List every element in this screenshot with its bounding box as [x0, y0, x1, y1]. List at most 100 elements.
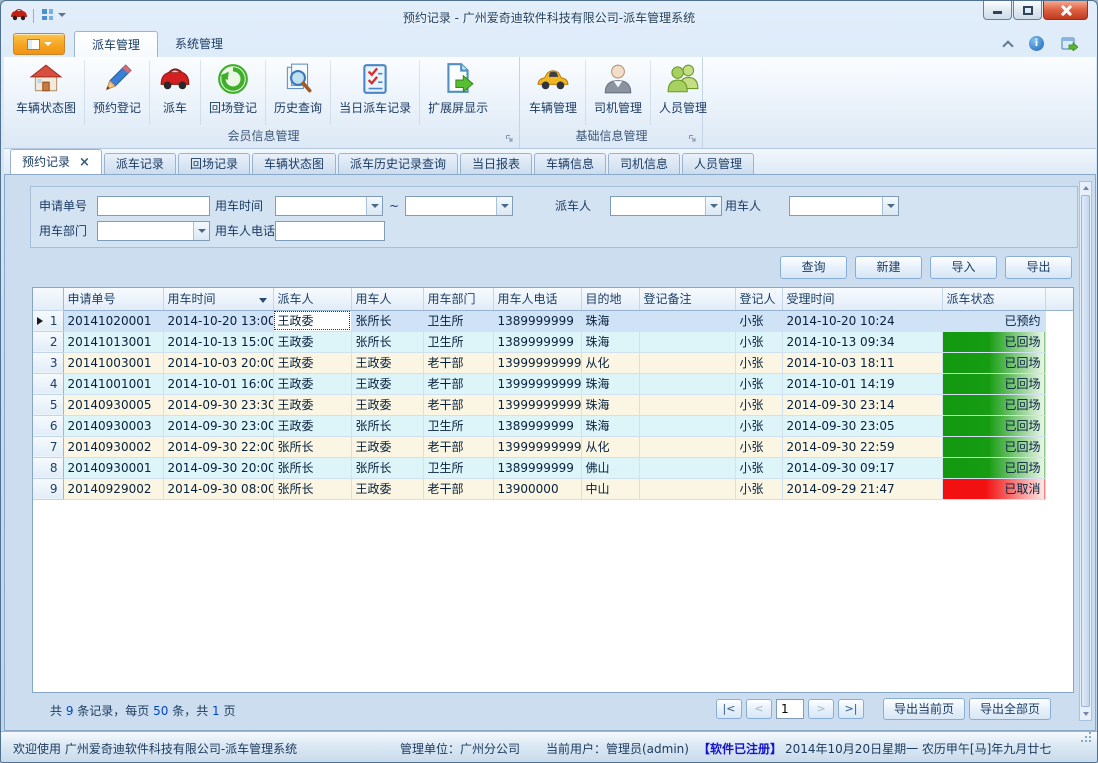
cell[interactable]: 2014-10-03 18:11: [782, 352, 942, 373]
close-tab-icon[interactable]: ×: [79, 156, 90, 169]
cell[interactable]: 卫生所: [423, 310, 493, 331]
tab-personnel-manage[interactable]: 人员管理: [682, 153, 754, 174]
cell[interactable]: 卫生所: [423, 457, 493, 478]
cell[interactable]: 卫生所: [423, 415, 493, 436]
status-cell[interactable]: 已回场: [942, 352, 1045, 373]
table-row[interactable]: 9 201409290022014-09-30 08:00张所长王政委老干部13…: [33, 478, 1073, 499]
last-page-button[interactable]: >|: [838, 699, 864, 719]
window-style-icon[interactable]: [1061, 36, 1078, 51]
cell[interactable]: [639, 373, 735, 394]
reservation-register-button[interactable]: 预约登记: [85, 60, 150, 125]
cell[interactable]: 2014-09-29 21:47: [782, 478, 942, 499]
cell[interactable]: 20140930002: [63, 436, 163, 457]
cell[interactable]: 13999999999: [493, 373, 581, 394]
extend-screen-button[interactable]: 扩展屏显示: [420, 60, 496, 125]
cell[interactable]: 小张: [735, 352, 782, 373]
row-header[interactable]: 2: [33, 331, 63, 352]
cell[interactable]: 张所长: [351, 415, 423, 436]
cell[interactable]: 小张: [735, 394, 782, 415]
personnel-manage-button[interactable]: 人员管理: [651, 60, 715, 125]
status-cell[interactable]: 已回场: [942, 331, 1045, 352]
order-no-input[interactable]: [97, 196, 210, 216]
ribbon-tab-system[interactable]: 系统管理: [158, 31, 240, 57]
info-icon[interactable]: [1029, 36, 1044, 51]
row-header-corner[interactable]: [33, 288, 63, 310]
cell[interactable]: 2014-10-01 16:00: [163, 373, 273, 394]
cell[interactable]: [639, 436, 735, 457]
col-accept-time[interactable]: 受理时间: [782, 288, 942, 310]
cell[interactable]: 1389999999: [493, 415, 581, 436]
row-header[interactable]: 6: [33, 415, 63, 436]
cell[interactable]: 老干部: [423, 436, 493, 457]
cell[interactable]: 中山: [581, 478, 639, 499]
cell[interactable]: 卫生所: [423, 331, 493, 352]
cell[interactable]: 2014-09-30 23:30: [163, 394, 273, 415]
tab-return-records[interactable]: 回场记录: [178, 153, 250, 174]
cell[interactable]: 20140930003: [63, 415, 163, 436]
tab-daily-report[interactable]: 当日报表: [460, 153, 532, 174]
dispatch-button[interactable]: 派车: [150, 60, 201, 125]
cell[interactable]: 2014-09-30 08:00: [163, 478, 273, 499]
cell[interactable]: 老干部: [423, 394, 493, 415]
status-cell[interactable]: 已回场: [942, 373, 1045, 394]
cell[interactable]: 20140930001: [63, 457, 163, 478]
status-cell[interactable]: 已回场: [942, 394, 1045, 415]
cell[interactable]: 20140929002: [63, 478, 163, 499]
application-menu-button[interactable]: [13, 33, 65, 55]
cell[interactable]: 老干部: [423, 352, 493, 373]
row-header[interactable]: 7: [33, 436, 63, 457]
cell[interactable]: [639, 352, 735, 373]
cell[interactable]: 小张: [735, 415, 782, 436]
cell[interactable]: [639, 394, 735, 415]
cell[interactable]: 2014-09-30 22:00: [163, 436, 273, 457]
cell[interactable]: 王政委: [273, 373, 351, 394]
cell[interactable]: 2014-09-30 23:05: [782, 415, 942, 436]
row-header[interactable]: 5: [33, 394, 63, 415]
page-number-input[interactable]: [776, 699, 804, 719]
cell[interactable]: 王政委: [351, 352, 423, 373]
tab-driver-info[interactable]: 司机信息: [608, 153, 680, 174]
vehicle-status-chart-button[interactable]: 车辆状态图: [8, 60, 85, 125]
cell[interactable]: 小张: [735, 436, 782, 457]
col-registrar[interactable]: 登记人: [735, 288, 782, 310]
time-to-combo[interactable]: [405, 196, 513, 216]
col-phone[interactable]: 用车人电话: [493, 288, 581, 310]
dispatcher-combo[interactable]: [610, 196, 722, 216]
scrollbar-thumb[interactable]: [1081, 195, 1090, 707]
cell[interactable]: 13999999999: [493, 394, 581, 415]
export-button[interactable]: 导出: [1005, 256, 1072, 279]
cell[interactable]: 2014-09-30 23:00: [163, 415, 273, 436]
license-link[interactable]: 【软件已注册】: [698, 740, 782, 757]
cell-focused[interactable]: 王政委: [273, 310, 351, 331]
export-all-pages-button[interactable]: 导出全部页: [969, 698, 1051, 720]
cell[interactable]: 珠海: [581, 373, 639, 394]
row-header[interactable]: 8: [33, 457, 63, 478]
driver-manage-button[interactable]: 司机管理: [586, 60, 651, 125]
table-row[interactable]: 3 201410030012014-10-03 20:00王政委王政委老干部13…: [33, 352, 1073, 373]
user-combo[interactable]: [789, 196, 899, 216]
collapse-ribbon-icon[interactable]: [1002, 40, 1013, 51]
dropdown-button[interactable]: [366, 197, 382, 215]
row-header[interactable]: 1: [33, 310, 63, 331]
status-cell[interactable]: 已取消: [942, 478, 1045, 499]
cell[interactable]: [639, 457, 735, 478]
history-query-button[interactable]: 历史查询: [266, 60, 331, 125]
cell[interactable]: 王政委: [273, 352, 351, 373]
import-button[interactable]: 导入: [930, 256, 997, 279]
status-cell[interactable]: 已回场: [942, 415, 1045, 436]
next-page-button[interactable]: >: [808, 699, 834, 719]
cell[interactable]: 老干部: [423, 373, 493, 394]
cell[interactable]: 2014-09-30 20:00: [163, 457, 273, 478]
maximize-button[interactable]: [1013, 1, 1042, 20]
col-remark[interactable]: 登记备注: [639, 288, 735, 310]
cell[interactable]: 小张: [735, 457, 782, 478]
col-dispatcher[interactable]: 派车人: [273, 288, 351, 310]
table-row[interactable]: 7 201409300022014-09-30 22:00张所长王政委老干部13…: [33, 436, 1073, 457]
vertical-scrollbar[interactable]: [1079, 181, 1092, 721]
cell[interactable]: 王政委: [273, 394, 351, 415]
cell[interactable]: 王政委: [273, 415, 351, 436]
cell[interactable]: 王政委: [351, 394, 423, 415]
prev-page-button[interactable]: <: [746, 699, 772, 719]
cell[interactable]: 从化: [581, 436, 639, 457]
minimize-button[interactable]: [983, 1, 1012, 20]
